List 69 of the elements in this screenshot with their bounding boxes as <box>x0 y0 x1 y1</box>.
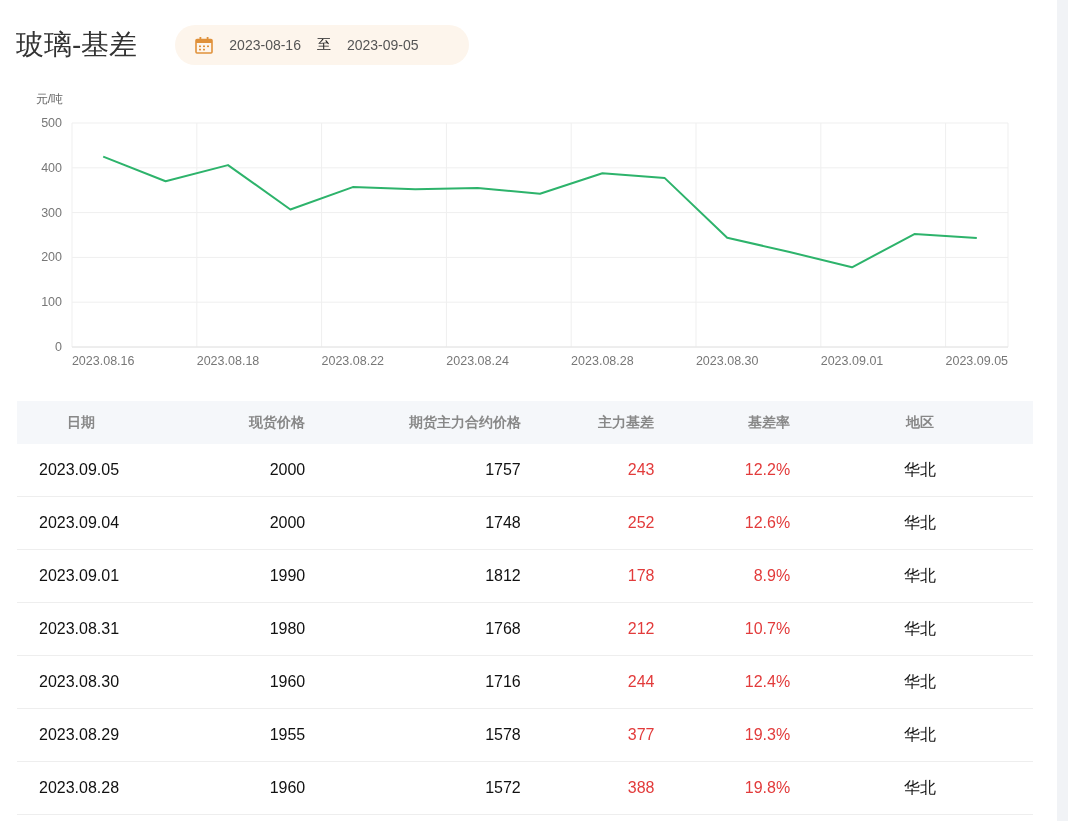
table-cell: 178 <box>536 549 671 603</box>
x-tick-label: 2023.09.01 <box>820 354 884 368</box>
table-cell: 华北 <box>806 708 1033 762</box>
table-cell: 华北 <box>806 655 1033 709</box>
table-cell: 华北 <box>806 549 1033 603</box>
table-cell: 10.7% <box>670 602 807 656</box>
x-tick-label: 2023.08.16 <box>71 354 135 368</box>
x-tick-label: 2023.08.22 <box>321 354 385 368</box>
date-range-picker[interactable]: 2023-08-16 至 2023-09-05 <box>175 25 470 65</box>
table-cell: 2023.08.31 <box>17 602 181 656</box>
y-axis-label: 元/吨 <box>35 92 63 106</box>
column-header: 地区 <box>806 401 1033 444</box>
table-cell: 12.4% <box>670 655 807 709</box>
table-cell: 1578 <box>321 708 537 762</box>
table-cell: 1955 <box>180 708 322 762</box>
column-header: 期货主力合约价格 <box>321 401 537 444</box>
table-cell: 1960 <box>180 761 322 815</box>
y-tick-label: 400 <box>41 160 62 175</box>
end-date: 2023-09-05 <box>346 37 419 53</box>
table-cell: 1768 <box>321 602 537 656</box>
table-cell: 华北 <box>806 444 1033 497</box>
table-cell: 2000 <box>180 444 322 497</box>
table-cell: 华北 <box>806 761 1033 815</box>
table-cell: 212 <box>536 602 671 656</box>
table-cell: 388 <box>536 761 671 815</box>
table-cell: 243 <box>536 444 671 497</box>
column-header: 现货价格 <box>180 401 322 444</box>
range-separator: 至 <box>316 36 331 54</box>
x-tick-label: 2023.08.30 <box>695 354 759 368</box>
table-cell: 2000 <box>180 496 322 550</box>
table-cell: 1960 <box>180 655 322 709</box>
table-cell: 2023.09.01 <box>17 549 181 603</box>
table-cell: 12.6% <box>670 496 807 550</box>
table-cell: 1748 <box>321 496 537 550</box>
table-cell: 377 <box>536 708 671 762</box>
table-cell: 244 <box>536 655 671 709</box>
y-tick-label: 500 <box>41 116 62 130</box>
page-title: 玻璃-基差 <box>16 28 138 62</box>
table-cell: 1812 <box>321 549 537 603</box>
y-tick-label: 0 <box>55 340 62 354</box>
x-tick-label: 2023.08.28 <box>571 354 634 368</box>
table-cell: 2023.08.29 <box>17 708 181 762</box>
table-cell: 8.9% <box>670 549 807 603</box>
table-cell: 华北 <box>806 496 1033 550</box>
column-header: 日期 <box>17 401 181 444</box>
table-cell: 2023.09.05 <box>17 444 181 497</box>
x-tick-label: 2023.08.24 <box>446 354 509 368</box>
table-cell: 1716 <box>321 655 537 709</box>
table-cell: 2023.08.28 <box>17 761 181 815</box>
start-date: 2023-08-16 <box>229 37 301 53</box>
table-cell: 1757 <box>321 444 537 497</box>
calendar-icon <box>195 36 214 54</box>
table-cell: 19.3% <box>670 708 807 762</box>
table-cell: 华北 <box>806 602 1033 656</box>
table-cell: 252 <box>536 496 671 550</box>
column-header: 基差率 <box>670 401 807 444</box>
table-cell: 2023.09.04 <box>17 496 181 550</box>
x-tick-label: 2023.08.18 <box>196 354 260 368</box>
table-cell: 2023.08.30 <box>17 655 181 709</box>
x-tick-label: 2023.09.05 <box>945 354 1009 368</box>
y-tick-label: 300 <box>41 205 62 220</box>
column-header: 主力基差 <box>536 401 671 444</box>
table-cell: 12.2% <box>670 444 807 497</box>
y-tick-label: 200 <box>41 250 62 265</box>
table-cell: 1980 <box>180 602 322 656</box>
table-cell: 1990 <box>180 549 322 603</box>
y-tick-label: 100 <box>41 295 62 310</box>
table-cell: 1572 <box>321 761 537 815</box>
table-cell: 19.8% <box>670 761 807 815</box>
